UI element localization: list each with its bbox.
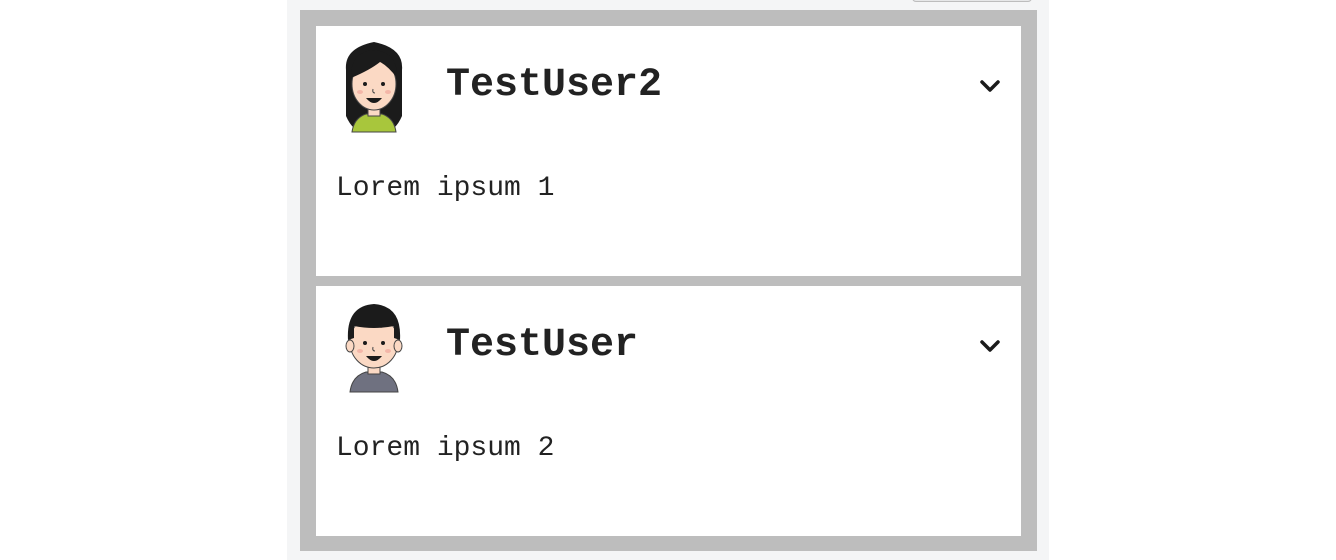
post-body: Lorem ipsum 2 xyxy=(336,433,555,464)
chevron-down-icon[interactable] xyxy=(978,334,1002,358)
chevron-down-icon[interactable] xyxy=(978,74,1002,98)
male-avatar-icon xyxy=(336,296,412,394)
female-avatar-icon xyxy=(336,36,412,134)
post-feed: TestUser2 Lorem ipsum 1 TestUser Lorem i… xyxy=(300,10,1037,551)
post-username: TestUser xyxy=(446,323,639,368)
top-tab[interactable] xyxy=(912,0,1032,2)
post-body: Lorem ipsum 1 xyxy=(336,173,555,204)
post-card: TestUser Lorem ipsum 2 xyxy=(316,286,1021,536)
post-card: TestUser2 Lorem ipsum 1 xyxy=(316,26,1021,276)
post-username: TestUser2 xyxy=(446,63,663,108)
